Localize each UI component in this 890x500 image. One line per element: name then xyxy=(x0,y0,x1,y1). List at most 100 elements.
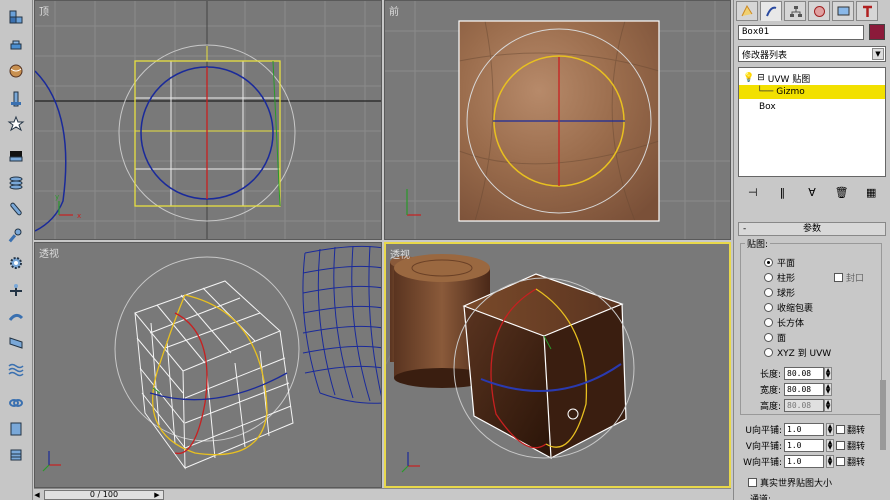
radio-button-icon[interactable] xyxy=(764,333,773,342)
spinner-arrows-icon[interactable]: ▲ ▼ xyxy=(824,382,832,396)
chain-link-icon[interactable] xyxy=(5,392,27,414)
utilities-tab-icon[interactable] xyxy=(856,1,878,21)
tube-icon[interactable] xyxy=(5,172,27,194)
radio-shrink-wrap[interactable]: 收缩包裹 xyxy=(764,301,813,314)
svg-text:y: y xyxy=(55,193,59,201)
make-unique-icon[interactable]: ∀ xyxy=(804,184,820,200)
real-world-checkbox[interactable] xyxy=(748,478,757,487)
viewport-label: 顶 xyxy=(39,7,49,18)
stack-item-label: Gizmo xyxy=(776,87,805,97)
radio-face[interactable]: 面 xyxy=(764,331,786,344)
parameters-rollout-header[interactable]: - 参数 xyxy=(738,222,886,236)
spinner-arrows-icon[interactable]: ▲ ▼ xyxy=(826,438,834,452)
hierarchy-tab-icon[interactable] xyxy=(784,1,806,21)
teapot-icon[interactable] xyxy=(5,34,27,56)
doc-icon[interactable] xyxy=(5,418,27,440)
radio-button-icon[interactable] xyxy=(764,348,773,357)
width-spinner[interactable]: 宽度: 80.08 ▲ ▼ xyxy=(754,382,832,396)
v-tile-label: V向平铺: xyxy=(745,441,782,452)
display-tab-icon[interactable] xyxy=(832,1,854,21)
spinner-arrows-icon[interactable]: ▲ ▼ xyxy=(824,398,832,412)
modifier-stack[interactable]: 💡 ⊟ UVW 贴图 └── Gizmo Box xyxy=(738,67,886,177)
pin-stack-icon[interactable]: ⊣ xyxy=(745,184,761,200)
app-window: 顶 x y 前 透视 透视 Box01 修改器列表 ▼ 💡 ⊟ UVW 贴图 └… xyxy=(0,0,890,500)
viewport-perspective-left[interactable]: 透视 xyxy=(34,242,382,488)
radio-spherical[interactable]: 球形 xyxy=(764,286,795,299)
height-spinner[interactable]: 高度: 80.08 ▲ ▼ xyxy=(754,398,832,412)
v-tile-row[interactable]: V向平铺: 1.0 ▲ ▼ 翻转 xyxy=(740,438,865,452)
stack-item-gizmo[interactable]: └── Gizmo xyxy=(739,85,885,99)
w-flip-checkbox[interactable] xyxy=(836,456,845,466)
gear-icon[interactable] xyxy=(5,252,27,274)
collapse-icon[interactable]: ⊟ xyxy=(757,73,765,83)
radio-label: 柱形 xyxy=(777,274,796,284)
collapse-icon[interactable]: - xyxy=(743,223,746,235)
w-tile-input[interactable]: 1.0 xyxy=(784,454,824,468)
plane-icon[interactable] xyxy=(5,145,27,167)
u-flip-checkbox[interactable] xyxy=(836,424,845,434)
radio-xyz-to-uvw[interactable]: XYZ 到 UVW xyxy=(764,346,831,359)
width-input[interactable]: 80.08 xyxy=(784,382,824,396)
real-world-map-size-row[interactable]: 真实世界贴图大小 xyxy=(748,476,832,489)
stack-item-uvw-map[interactable]: 💡 ⊟ UVW 贴图 xyxy=(739,71,885,85)
panel-scrollbar[interactable] xyxy=(880,380,886,450)
viewport-front[interactable]: 前 xyxy=(384,0,731,240)
command-panel: Box01 修改器列表 ▼ 💡 ⊟ UVW 贴图 └── Gizmo Box ⊣… xyxy=(733,0,890,500)
create-tab-icon[interactable] xyxy=(736,1,758,21)
w-tile-label: W向平铺: xyxy=(743,457,782,468)
motion-tab-icon[interactable] xyxy=(808,1,830,21)
object-name-field[interactable]: Box01 xyxy=(738,25,864,40)
radio-button-icon[interactable] xyxy=(764,303,773,312)
v-flip-checkbox[interactable] xyxy=(836,440,845,450)
radio-cylindrical[interactable]: 柱形 xyxy=(764,271,795,284)
u-tile-row[interactable]: U向平铺: 1.0 ▲ ▼ 翻转 xyxy=(740,422,865,436)
radio-button-icon[interactable] xyxy=(764,273,773,282)
lightbulb-icon[interactable]: 💡 xyxy=(743,73,754,83)
cap-checkbox[interactable] xyxy=(834,273,843,282)
viewport-top[interactable]: 顶 x y xyxy=(34,0,382,240)
sphere-icon[interactable] xyxy=(5,60,27,82)
remove-modifier-icon[interactable]: 🗑 xyxy=(834,184,850,200)
bone-icon[interactable] xyxy=(5,280,27,302)
wrench-icon[interactable] xyxy=(5,224,27,246)
configure-sets-icon[interactable]: ▦ xyxy=(863,184,879,200)
w-tile-row[interactable]: W向平铺: 1.0 ▲ ▼ 翻转 xyxy=(740,454,865,468)
next-frame-icon[interactable]: ▶ xyxy=(152,490,162,500)
radio-label: 收缩包裹 xyxy=(777,304,814,314)
capsule-icon[interactable] xyxy=(5,198,27,220)
radio-button-icon[interactable] xyxy=(764,258,773,267)
cap-checkbox-row[interactable]: 封口 xyxy=(834,271,864,284)
spinner-arrows-icon[interactable]: ▲ ▼ xyxy=(826,454,834,468)
height-input[interactable]: 80.08 xyxy=(784,398,824,412)
u-tile-input[interactable]: 1.0 xyxy=(784,422,824,436)
grid-tool-icon[interactable] xyxy=(5,332,27,354)
wave-icon[interactable] xyxy=(5,358,27,380)
radio-box[interactable]: 长方体 xyxy=(764,316,804,329)
spinner-arrows-icon[interactable]: ▲ ▼ xyxy=(824,366,832,380)
viewport-perspective-right[interactable]: 透视 xyxy=(384,242,731,488)
hose-icon[interactable] xyxy=(5,306,27,328)
v-tile-input[interactable]: 1.0 xyxy=(784,438,824,452)
create-box-icon[interactable] xyxy=(5,6,27,28)
length-spinner[interactable]: 长度: 80.08 ▲ ▼ xyxy=(754,366,832,380)
show-end-result-icon[interactable]: ‖ xyxy=(774,184,790,200)
frame-counter: 0 / 100 xyxy=(89,490,119,499)
modifier-list-dropdown[interactable]: 修改器列表 ▼ xyxy=(738,46,886,62)
length-input[interactable]: 80.08 xyxy=(784,366,824,380)
layers-icon[interactable] xyxy=(5,444,27,466)
chevron-down-icon[interactable]: ▼ xyxy=(872,48,884,60)
time-slider[interactable]: 0 / 100 xyxy=(44,490,164,500)
object-color-swatch[interactable] xyxy=(869,24,885,40)
time-slider-bar: ◀ 0 / 100 ▶ xyxy=(34,488,731,500)
modify-tab-icon[interactable] xyxy=(760,1,782,21)
radio-planar[interactable]: 平面 xyxy=(764,256,795,269)
viewport-label: 透视 xyxy=(39,249,59,260)
cylinder-tool-icon[interactable] xyxy=(5,88,27,110)
stack-item-box[interactable]: Box xyxy=(739,100,885,114)
prev-frame-icon[interactable]: ◀ xyxy=(32,490,42,500)
radio-button-icon[interactable] xyxy=(764,288,773,297)
u-flip-label: 翻转 xyxy=(847,425,866,436)
spinner-arrows-icon[interactable]: ▲ ▼ xyxy=(826,422,834,436)
radio-button-icon[interactable] xyxy=(764,318,773,327)
star-icon[interactable] xyxy=(5,113,27,135)
